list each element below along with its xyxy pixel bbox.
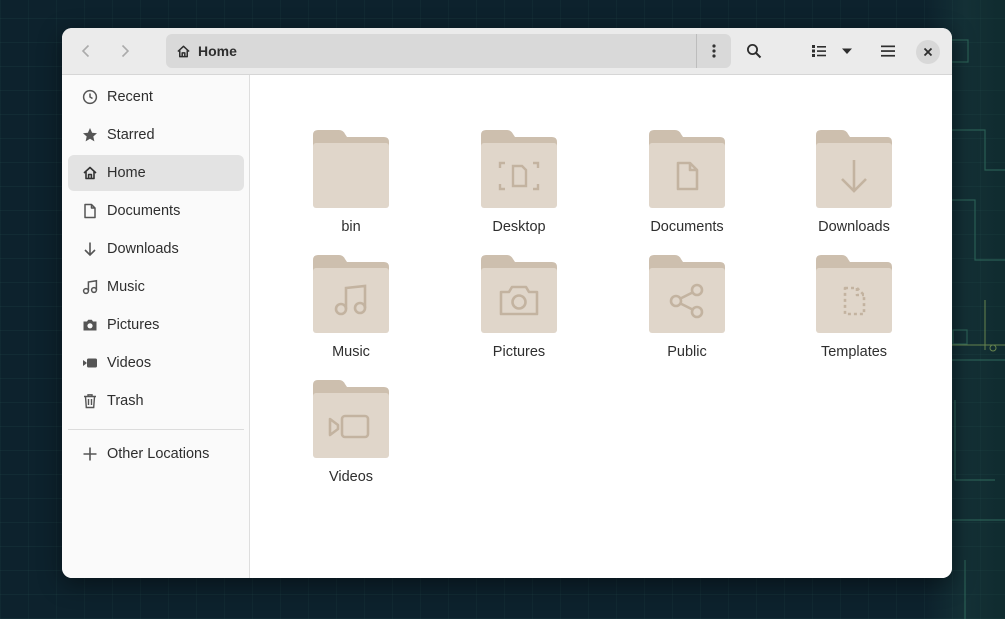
caret-down-icon xyxy=(842,48,852,54)
sidebar-item-home[interactable]: Home xyxy=(68,155,244,191)
folder-grid: bin Desktop Documents Downloads Music Pi… xyxy=(251,75,952,578)
view-options-dropdown[interactable] xyxy=(834,36,860,66)
sidebar-item-label: Pictures xyxy=(107,317,160,333)
sidebar-item-videos[interactable]: Videos xyxy=(68,345,244,381)
sidebar-item-documents[interactable]: Documents xyxy=(68,193,244,229)
folder-label: Templates xyxy=(820,344,888,360)
sidebar-item-label: Documents xyxy=(107,203,181,219)
hamburger-icon xyxy=(881,45,895,57)
folder-label: bin xyxy=(341,219,361,235)
folder-icon xyxy=(313,255,389,333)
folder-icon xyxy=(816,130,892,208)
folder-icon xyxy=(313,130,389,208)
folder-item-public[interactable]: Public xyxy=(617,254,757,372)
music-icon xyxy=(82,279,98,295)
close-icon xyxy=(923,47,933,57)
folder-icon xyxy=(816,255,892,333)
path-crumb-home[interactable]: Home xyxy=(166,34,696,68)
view-mode-button[interactable] xyxy=(804,36,834,66)
chevron-left-icon xyxy=(81,44,90,58)
forward-button[interactable] xyxy=(110,36,140,66)
folder-item-bin[interactable]: bin xyxy=(281,129,421,247)
vertical-dots-icon xyxy=(712,44,716,58)
folder-icon xyxy=(481,130,557,208)
folder-icon xyxy=(481,255,557,333)
folder-item-music[interactable]: Music xyxy=(281,254,421,372)
home-icon xyxy=(177,45,190,57)
sidebar-item-recent[interactable]: Recent xyxy=(68,79,244,115)
sidebar-item-label: Starred xyxy=(107,127,155,143)
folder-label: Documents xyxy=(650,219,724,235)
desktop-circuit-decoration xyxy=(945,39,1005,619)
camera-icon xyxy=(82,317,98,333)
search-icon xyxy=(747,44,762,59)
folder-label: Videos xyxy=(328,469,374,485)
folder-label: Music xyxy=(332,344,370,360)
folder-icon xyxy=(649,130,725,208)
sidebar-divider xyxy=(68,429,244,430)
list-view-icon xyxy=(812,45,826,57)
chevron-right-icon xyxy=(121,44,130,58)
sidebar: Recent Starred Home Documents Downloads … xyxy=(62,75,250,578)
path-menu-button[interactable] xyxy=(697,34,731,68)
sidebar-item-label: Downloads xyxy=(107,241,179,257)
sidebar-item-other-locations[interactable]: Other Locations xyxy=(68,436,244,472)
back-button[interactable] xyxy=(71,36,101,66)
document-icon xyxy=(82,203,98,219)
download-icon xyxy=(82,241,98,257)
location-pathbar[interactable]: Home xyxy=(166,34,731,68)
clock-icon xyxy=(82,89,98,105)
sidebar-item-label: Home xyxy=(107,165,146,181)
folder-item-documents[interactable]: Documents xyxy=(617,129,757,247)
main-menu-button[interactable] xyxy=(873,36,903,66)
video-icon xyxy=(82,355,98,371)
folder-icon xyxy=(313,380,389,458)
folder-label: Desktop xyxy=(492,219,546,235)
folder-label: Pictures xyxy=(492,344,546,360)
search-button[interactable] xyxy=(739,36,769,66)
folder-label: Downloads xyxy=(818,219,890,235)
folder-item-desktop[interactable]: Desktop xyxy=(449,129,589,247)
sidebar-item-pictures[interactable]: Pictures xyxy=(68,307,244,343)
sidebar-item-trash[interactable]: Trash xyxy=(68,383,244,419)
sidebar-item-label: Trash xyxy=(107,393,144,409)
folder-item-templates[interactable]: Templates xyxy=(784,254,924,372)
folder-item-downloads[interactable]: Downloads xyxy=(784,129,924,247)
sidebar-item-label: Other Locations xyxy=(107,446,210,462)
close-button[interactable] xyxy=(916,40,940,64)
sidebar-item-music[interactable]: Music xyxy=(68,269,244,305)
folder-item-pictures[interactable]: Pictures xyxy=(449,254,589,372)
files-window: Home Recent Starred Home Documents Downl… xyxy=(62,28,952,578)
plus-icon xyxy=(82,446,98,462)
folder-item-videos[interactable]: Videos xyxy=(281,379,421,497)
path-crumb-label: Home xyxy=(198,43,237,59)
sidebar-item-label: Videos xyxy=(107,355,152,371)
folder-icon xyxy=(649,255,725,333)
headerbar: Home xyxy=(62,28,952,75)
sidebar-item-starred[interactable]: Starred xyxy=(68,117,244,153)
home-icon xyxy=(82,165,98,181)
folder-label: Public xyxy=(667,344,707,360)
star-icon xyxy=(82,127,98,143)
sidebar-item-label: Recent xyxy=(107,89,153,105)
sidebar-item-downloads[interactable]: Downloads xyxy=(68,231,244,267)
trash-icon xyxy=(82,393,98,409)
sidebar-item-label: Music xyxy=(107,279,145,295)
